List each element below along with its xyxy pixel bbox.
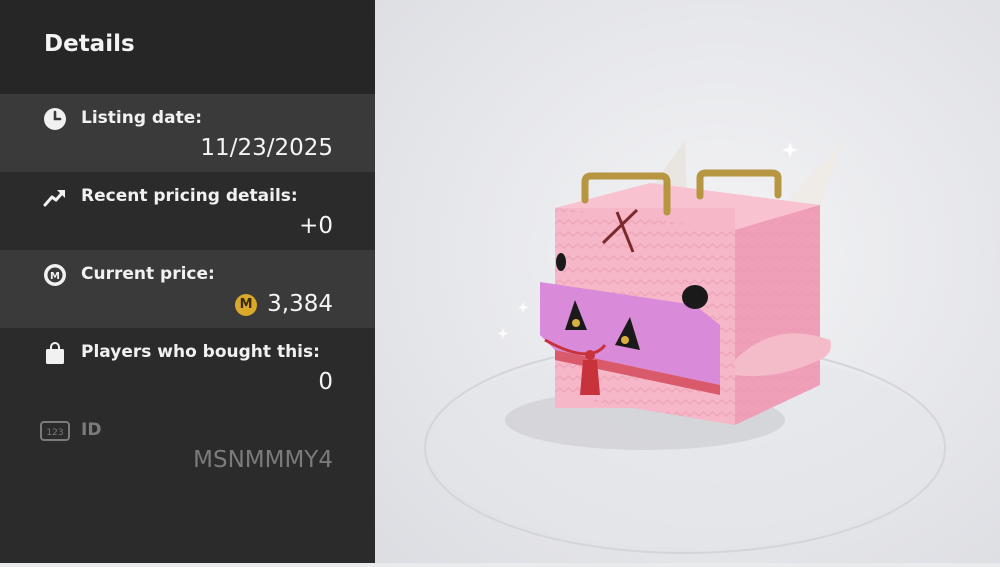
eye-left: [556, 253, 566, 271]
medal-icon: M: [44, 264, 66, 286]
eye-right: [682, 285, 708, 309]
players-bought-value: 0: [318, 369, 333, 395]
listing-date-label: Listing date:: [81, 108, 203, 128]
listing-date-value: 11/23/2025: [200, 135, 333, 161]
players-bought-row: Players who bought this: 0: [0, 328, 375, 406]
trend-up-icon: [43, 190, 65, 207]
pricing-details-value: +0: [299, 213, 333, 239]
pricing-details-row: Recent pricing details: +0: [0, 172, 375, 250]
details-panel: Details Listing date: 11/23/2025 Recent …: [0, 0, 375, 563]
svg-text:M: M: [50, 271, 60, 282]
players-bought-label: Players who bought this:: [81, 342, 320, 362]
id-row: 123 ID MSNMMMY4: [0, 406, 375, 484]
coin-icon: M: [235, 294, 258, 316]
panel-title: Details: [44, 31, 135, 57]
clock-icon: [44, 108, 66, 130]
current-price-value: M 3,384: [235, 291, 333, 317]
current-price-label: Current price:: [81, 264, 215, 284]
id-value: MSNMMMY4: [193, 447, 333, 473]
price-amount: 3,384: [267, 291, 333, 317]
id-label: ID: [81, 420, 102, 440]
item-preview-area: [375, 0, 1000, 563]
current-price-row: M Current price: M 3,384: [0, 250, 375, 328]
pricing-details-label: Recent pricing details:: [81, 186, 298, 206]
id-icon-text: 123: [46, 428, 63, 438]
item-preview-illustration: [424, 140, 946, 554]
panel-header: Details: [0, 0, 375, 94]
tassel: [580, 360, 600, 395]
shopping-bag-icon: [46, 342, 64, 364]
id-123-icon: 123: [40, 421, 70, 441]
listing-date-row: Listing date: 11/23/2025: [0, 94, 375, 172]
